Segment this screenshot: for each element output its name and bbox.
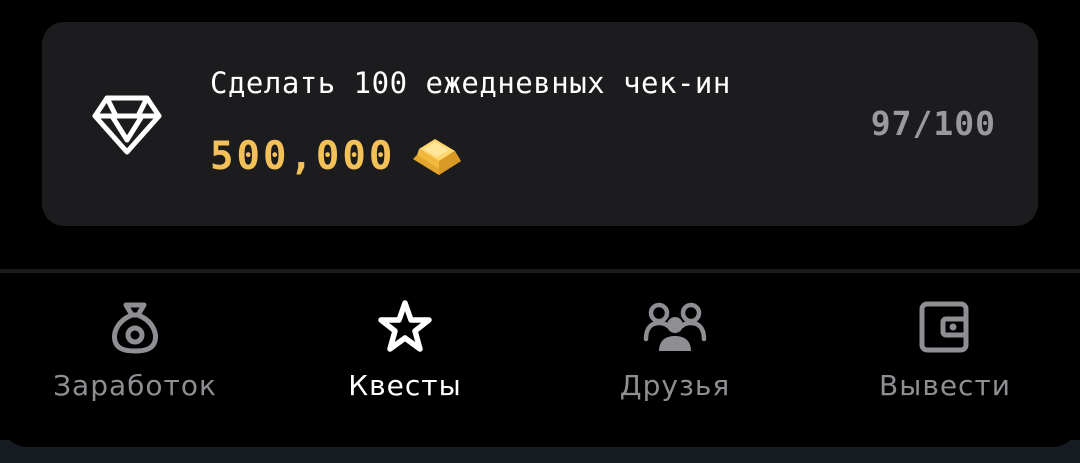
quest-reward: 500,000 [210, 134, 465, 179]
wallet-icon [919, 301, 969, 353]
star-icon [378, 300, 432, 352]
nav-item-quests[interactable]: Квесты [285, 273, 525, 447]
nav-item-earnings[interactable]: Заработок [15, 273, 255, 447]
nav-item-friends[interactable]: Друзья [555, 273, 795, 447]
quest-title: Сделать 100 ежедневных чек-ин [210, 66, 731, 100]
diamond-icon [92, 95, 162, 155]
bottom-nav: Заработок Квесты Друзья Вывести [0, 273, 1080, 447]
nav-item-withdraw[interactable]: Вывести [825, 273, 1065, 447]
gold-bar-icon [413, 138, 462, 175]
quest-card[interactable]: Сделать 100 ежедневных чек-ин 500,000 97… [42, 22, 1038, 226]
nav-label: Вывести [879, 369, 1011, 402]
nav-label: Заработок [53, 369, 217, 402]
nav-label: Квесты [348, 369, 462, 402]
money-bag-icon [112, 302, 158, 354]
quest-progress: 97/100 [870, 104, 996, 143]
friends-icon [643, 302, 707, 351]
nav-label: Друзья [619, 369, 731, 402]
reward-value: 500,000 [210, 134, 396, 179]
